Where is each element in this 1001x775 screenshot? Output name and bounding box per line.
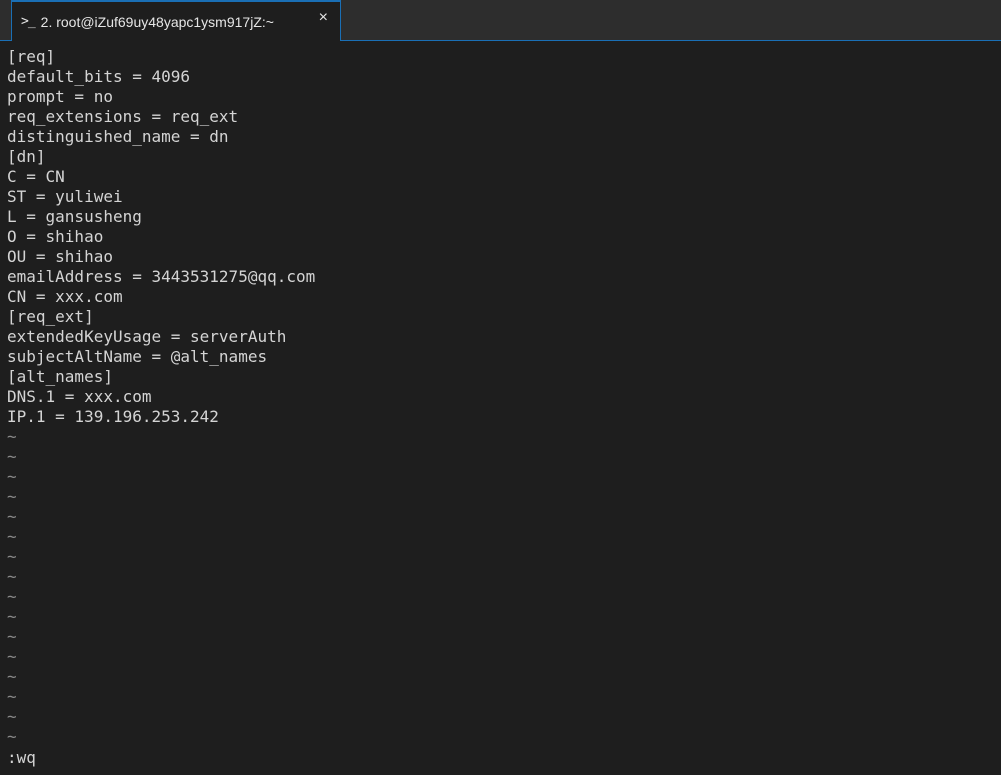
file-line: CN = xxx.com	[7, 287, 123, 306]
file-line: C = CN	[7, 167, 65, 186]
file-line: extendedKeyUsage = serverAuth	[7, 327, 287, 346]
file-line: [dn]	[7, 147, 46, 166]
tilde-line: ~	[7, 667, 17, 686]
tilde-line: ~	[7, 707, 17, 726]
tilde-line: ~	[7, 547, 17, 566]
tilde-line: ~	[7, 467, 17, 486]
tilde-line: ~	[7, 527, 17, 546]
tab-title: 2. root@iZuf69uy48yapc1ysm917jZ:~	[40, 13, 274, 30]
tilde-line: ~	[7, 507, 17, 526]
file-line: L = gansusheng	[7, 207, 142, 226]
file-line: ST = yuliwei	[7, 187, 123, 206]
tilde-line: ~	[7, 427, 17, 446]
close-icon[interactable]: ×	[319, 10, 328, 26]
terminal-prompt-icon: >_	[21, 14, 36, 29]
file-line: default_bits = 4096	[7, 67, 191, 86]
file-line: prompt = no	[7, 87, 113, 106]
tilde-line: ~	[7, 587, 17, 606]
tab-bar: >_ 2. root@iZuf69uy48yapc1ysm917jZ:~ ×	[0, 0, 1001, 41]
tilde-line: ~	[7, 687, 17, 706]
tilde-line: ~	[7, 487, 17, 506]
file-line: req_extensions = req_ext	[7, 107, 239, 126]
file-line: DNS.1 = xxx.com	[7, 387, 152, 406]
file-line: O = shihao	[7, 227, 104, 246]
file-line: [req]	[7, 47, 56, 66]
terminal-screen[interactable]: [req] default_bits = 4096 prompt = no req_e…	[0, 41, 1001, 775]
file-line: [req_ext]	[7, 307, 94, 326]
file-line: subjectAltName = @alt_names	[7, 347, 268, 366]
tilde-line: ~	[7, 627, 17, 646]
file-line: IP.1 = 139.196.253.242	[7, 407, 219, 426]
tilde-line: ~	[7, 567, 17, 586]
tilde-line: ~	[7, 447, 17, 466]
tilde-line: ~	[7, 647, 17, 666]
terminal-tab[interactable]: >_ 2. root@iZuf69uy48yapc1ysm917jZ:~ ×	[11, 0, 341, 41]
file-content: [req] default_bits = 4096 prompt = no req_e…	[7, 47, 1001, 427]
tilde-line: ~	[7, 607, 17, 626]
tilde-line: ~	[7, 727, 17, 746]
file-line: OU = shihao	[7, 247, 113, 266]
empty-buffer-lines: ~ ~ ~ ~ ~ ~ ~ ~ ~ ~ ~ ~ ~ ~ ~ ~	[7, 427, 1001, 747]
file-line: emailAddress = 3443531275@qq.com	[7, 267, 316, 286]
vim-command-line[interactable]: :wq	[7, 748, 36, 768]
file-line: [alt_names]	[7, 367, 113, 386]
file-line: distinguished_name = dn	[7, 127, 229, 146]
